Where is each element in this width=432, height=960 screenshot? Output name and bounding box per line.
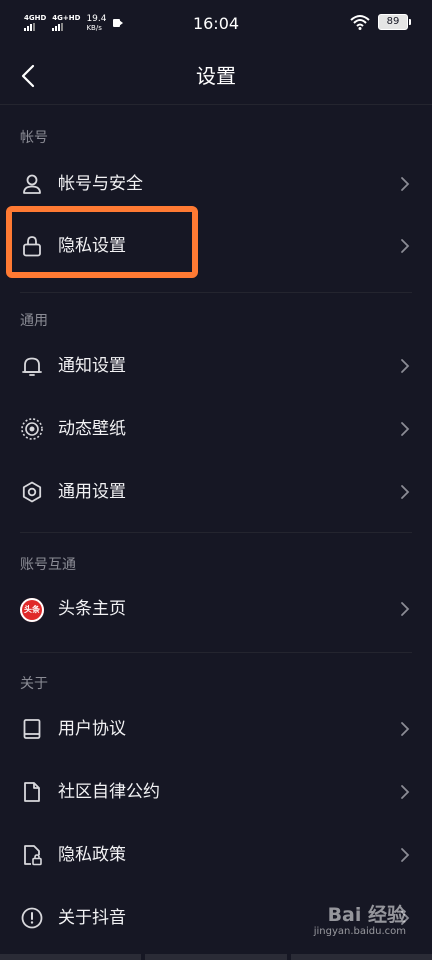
watermark-brand: Bai 经验 <box>327 904 406 926</box>
settings-item-account-security[interactable]: 帐号与安全 <box>0 155 432 213</box>
watermark-url: jingyan.baidu.com <box>313 926 406 937</box>
settings-item-label: 通知设置 <box>58 356 126 376</box>
section-label-general: 通用 <box>20 313 48 329</box>
chevron-right-icon <box>401 239 410 253</box>
wifi-icon <box>350 15 370 30</box>
page-title: 设置 <box>196 64 236 88</box>
settings-item-toutiao-homepage[interactable]: 头条 头条主页 <box>0 580 432 638</box>
section-divider <box>20 532 412 533</box>
section-divider <box>20 292 412 293</box>
section-label-linked-accounts: 账号互通 <box>20 557 76 573</box>
highlight-box <box>6 206 198 278</box>
book-icon <box>23 719 41 739</box>
status-right: 89 <box>350 14 411 30</box>
chevron-right-icon <box>401 722 410 736</box>
settings-item-live-wallpaper[interactable]: 动态壁纸 <box>0 400 432 458</box>
gear-icon <box>22 481 42 503</box>
settings-item-privacy-policy[interactable]: 隐私政策 <box>0 826 432 884</box>
chevron-right-icon <box>401 785 410 799</box>
settings-item-label: 用户协议 <box>58 719 126 739</box>
bottom-edge <box>0 954 432 960</box>
chevron-right-icon <box>401 602 410 616</box>
settings-item-label: 动态壁纸 <box>58 419 126 439</box>
settings-item-community-guidelines[interactable]: 社区自律公约 <box>0 763 432 821</box>
settings-item-user-agreement[interactable]: 用户协议 <box>0 700 432 758</box>
header-bar: 设置 <box>0 48 432 105</box>
chevron-right-icon <box>401 848 410 862</box>
privacy-doc-icon <box>24 845 42 866</box>
settings-item-label: 头条主页 <box>58 599 126 619</box>
chevron-right-icon <box>401 177 410 191</box>
section-label-account: 帐号 <box>20 130 48 146</box>
wallpaper-icon <box>21 418 43 440</box>
user-icon <box>23 174 41 194</box>
chevron-right-icon <box>401 359 410 373</box>
section-label-about: 关于 <box>20 676 48 692</box>
chevron-right-icon <box>401 485 410 499</box>
settings-item-label: 帐号与安全 <box>58 174 143 194</box>
document-icon <box>24 782 40 802</box>
status-bar: 4GHD 4G+HD 19.4 KB/s 16:04 89 <box>0 0 432 48</box>
toutiao-icon: 头条 <box>20 598 44 622</box>
settings-item-label: 关于抖音 <box>58 908 126 928</box>
settings-item-label: 隐私政策 <box>58 845 126 865</box>
settings-item-notifications[interactable]: 通知设置 <box>0 337 432 395</box>
section-divider <box>20 652 412 653</box>
settings-item-general-settings[interactable]: 通用设置 <box>0 463 432 521</box>
battery-icon: 89 <box>378 14 411 30</box>
chevron-right-icon <box>401 422 410 436</box>
bell-icon <box>22 357 42 376</box>
baidu-jingyan-watermark: Bai 经验 jingyan.baidu.com <box>314 904 406 938</box>
settings-item-label: 通用设置 <box>58 482 126 502</box>
info-icon <box>21 907 43 929</box>
settings-item-label: 社区自律公约 <box>58 782 160 802</box>
